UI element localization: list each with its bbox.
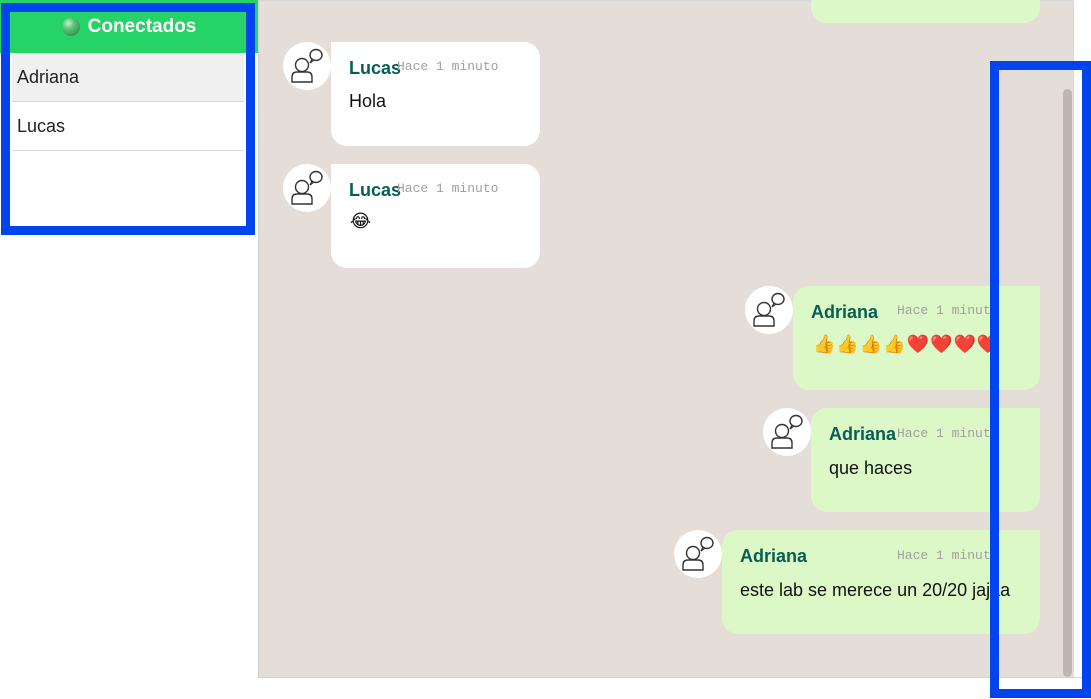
user-chat-avatar-icon [745,286,793,334]
message-timestamp: Hace 1 minuto [897,548,999,563]
message-sender: Adriana [811,302,879,322]
message-sender: Adriana [740,546,808,566]
highlight-box-sidebar [1,3,255,235]
message-timestamp: Hace 1 minuto [397,181,499,196]
message-timestamp: Hace 1 minuto [897,303,999,318]
bottom-bar [258,677,1091,699]
highlight-box-scrollbar [990,61,1091,698]
user-chat-avatar-icon [763,408,811,456]
user-chat-avatar-icon [283,42,331,90]
message-text: este lab se merece un 20/20 jajaa [740,580,1011,600]
message-timestamp: Hace 1 minuto [897,426,999,441]
message-text: Hola [349,91,387,111]
user-chat-avatar-icon [283,164,331,212]
user-chat-avatar-icon [674,530,722,578]
message-sender: Lucas [349,180,402,200]
message-text: que haces [829,458,913,478]
message-sender: Adriana [829,424,897,444]
message-sender: Lucas [349,58,402,78]
chat-app: Conectados Adriana Lucas Lucas Hace 1 mi… [0,0,1091,699]
message-bubble-partial [811,0,1040,23]
message-text: 😂 [350,211,372,231]
message-timestamp: Hace 1 minuto [397,59,499,74]
message-text: 👍👍👍👍❤️❤️❤️❤️ [813,334,1001,354]
